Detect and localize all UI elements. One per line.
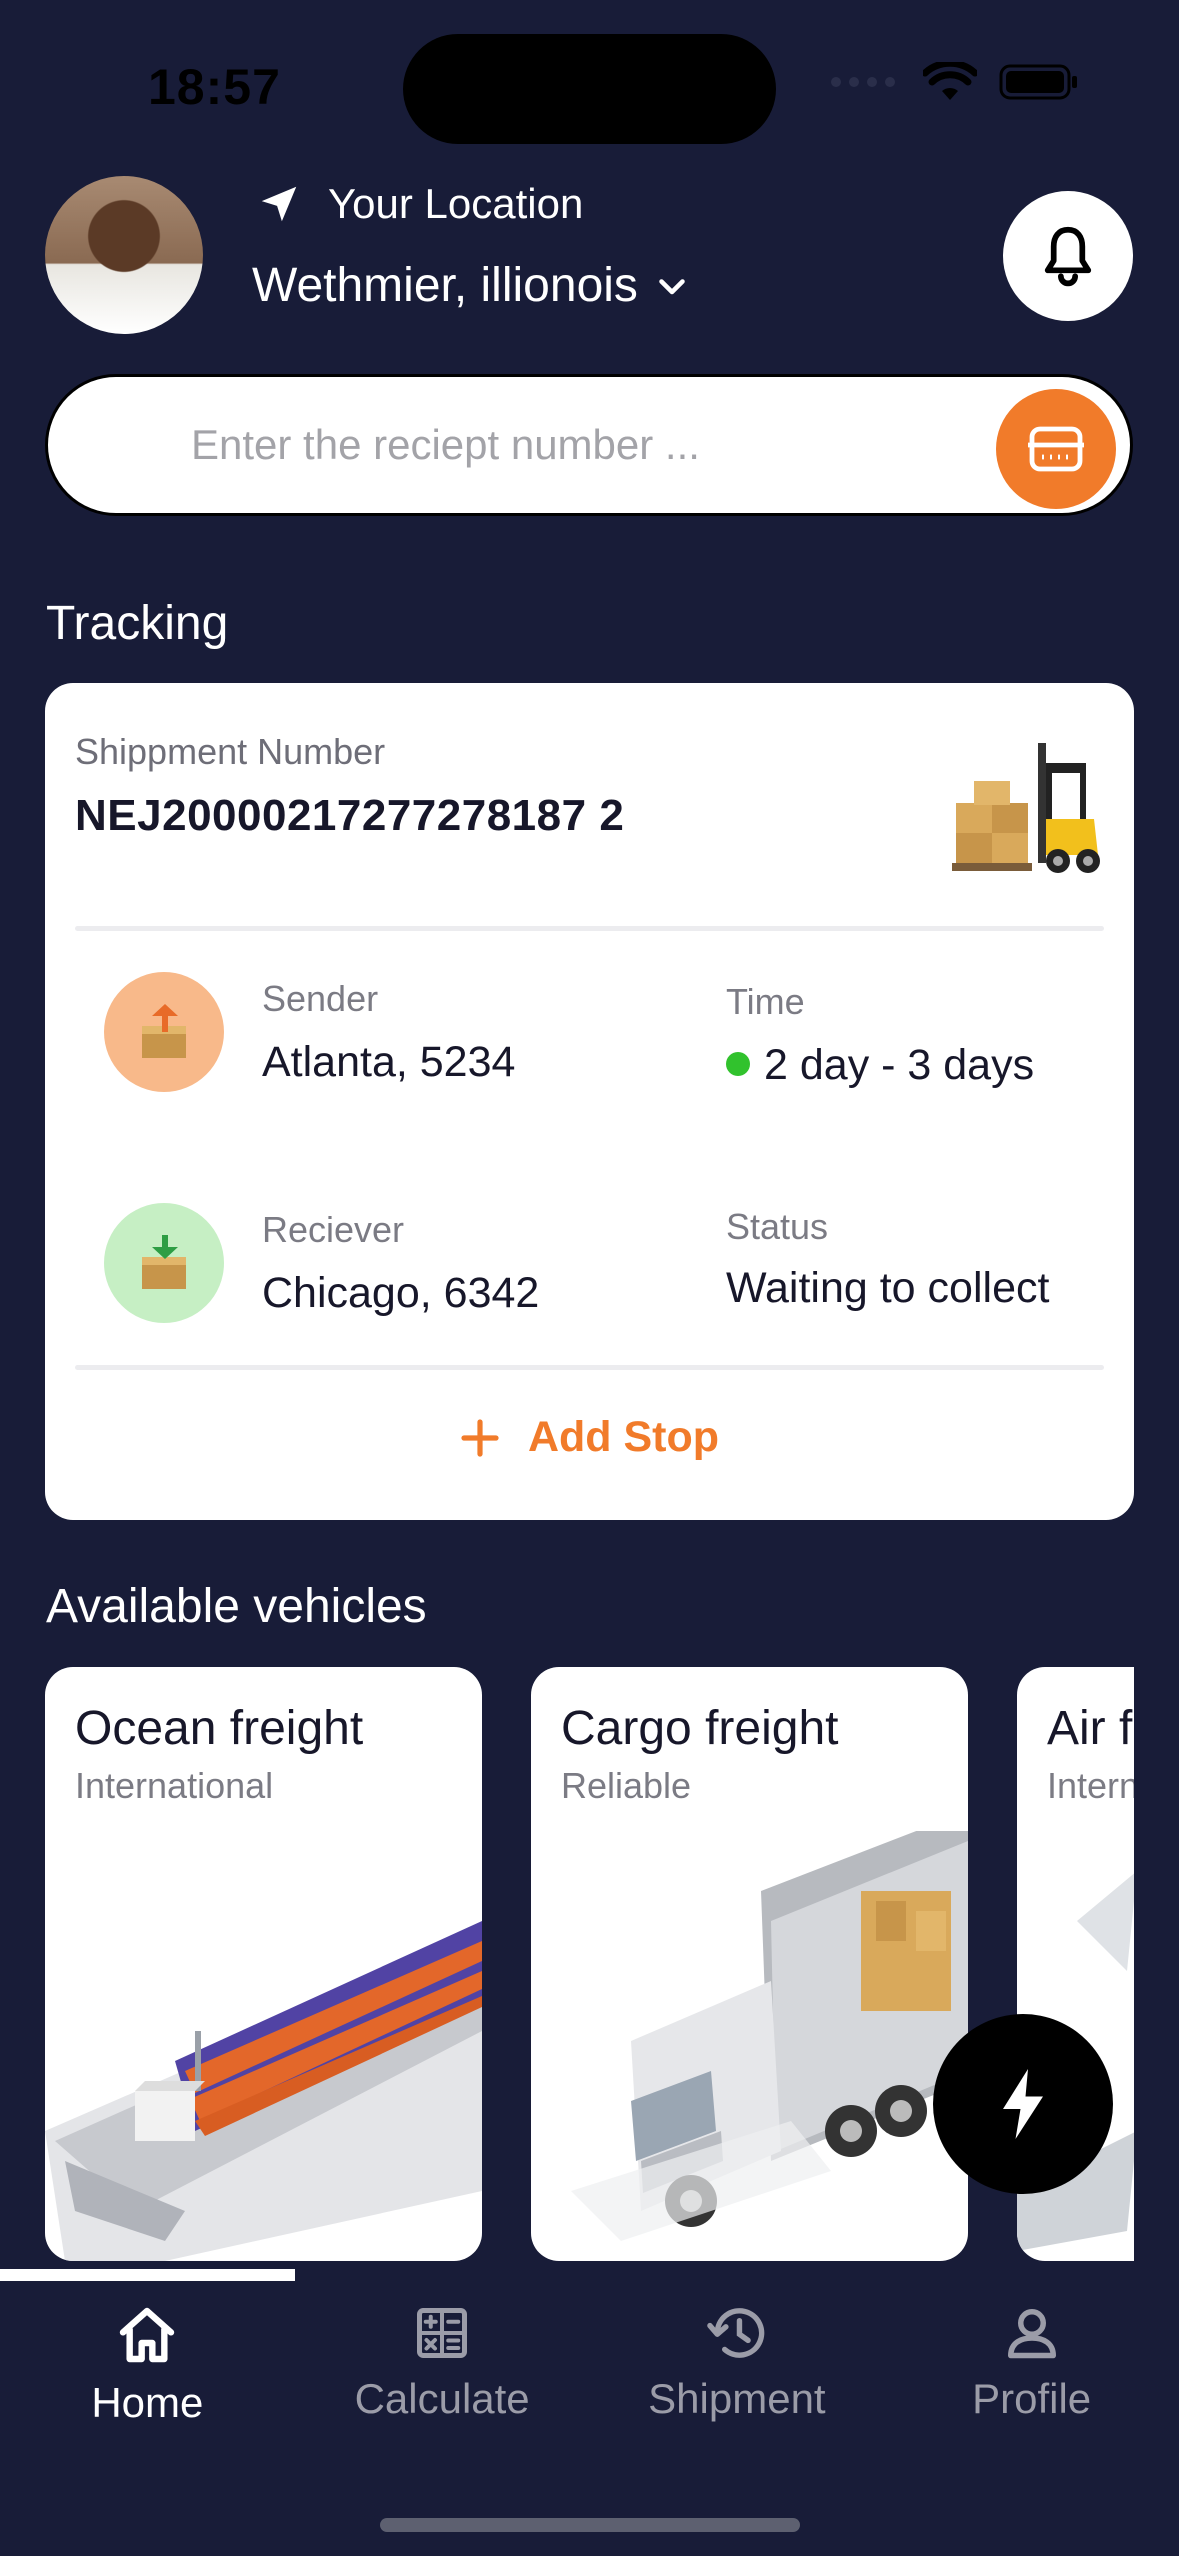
home-icon bbox=[120, 2307, 175, 2363]
forklift-icon bbox=[952, 743, 1100, 873]
plus-icon bbox=[461, 1418, 499, 1457]
nav-item-home[interactable]: Home bbox=[0, 2281, 295, 2511]
nav-label: Calculate bbox=[354, 2375, 530, 2422]
time-value: 2 day - 3 days bbox=[764, 1041, 1035, 1089]
battery-icon bbox=[999, 64, 1077, 100]
nav-label: Profile bbox=[972, 2375, 1092, 2422]
vehicle-subtitle: International bbox=[75, 1765, 274, 1806]
tracking-divider-top bbox=[75, 926, 1104, 931]
vehicle-subtitle: Reliable bbox=[561, 1765, 692, 1806]
receipt-search-input[interactable] bbox=[191, 421, 991, 469]
nav-item-profile[interactable]: Profile bbox=[884, 2281, 1179, 2511]
tracking-card[interactable]: Shippment Number NEJ20000217277278187 2 … bbox=[45, 683, 1134, 1520]
dynamic-island bbox=[403, 34, 776, 144]
add-stop-label: Add Stop bbox=[527, 1413, 720, 1461]
tracking-section-title: Tracking bbox=[46, 597, 229, 650]
receiver-icon bbox=[104, 1203, 224, 1323]
quick-action-button[interactable] bbox=[933, 2014, 1113, 2194]
receipt-search-bar bbox=[45, 374, 1133, 516]
nav-item-calculate[interactable]: Calculate bbox=[295, 2281, 590, 2511]
scan-button[interactable] bbox=[996, 389, 1116, 509]
add-stop-button[interactable]: Add Stop bbox=[45, 1413, 1134, 1462]
sender-label: Sender bbox=[262, 978, 379, 1019]
location-value: Wethmier, illionois bbox=[252, 259, 638, 312]
nav-label: Home bbox=[91, 2379, 204, 2426]
box-download-icon bbox=[142, 1235, 186, 1289]
bottom-nav: Home Calculate Shipment Profile bbox=[0, 2281, 1179, 2511]
location-selector[interactable]: Wethmier, illionois bbox=[252, 258, 690, 313]
vehicle-card-ocean[interactable]: Ocean freight International bbox=[45, 1667, 482, 2261]
chevron-down-icon bbox=[659, 278, 685, 294]
notifications-button[interactable] bbox=[1003, 191, 1133, 321]
location-label-row: Your Location bbox=[256, 180, 583, 228]
shipment-number: NEJ20000217277278187 2 bbox=[75, 791, 625, 840]
calculator-icon bbox=[417, 2308, 468, 2358]
nav-item-shipment[interactable]: Shipment bbox=[590, 2281, 885, 2511]
navigation-arrow-icon bbox=[261, 186, 297, 222]
vehicle-subtitle: International bbox=[1047, 1765, 1134, 1806]
receiver-value: Chicago, 6342 bbox=[262, 1269, 540, 1317]
status-label: Status bbox=[726, 1206, 829, 1247]
online-status-dot bbox=[726, 1051, 750, 1076]
vehicle-title: Ocean freight bbox=[75, 1702, 364, 1755]
sender-value: Atlanta, 5234 bbox=[262, 1038, 516, 1086]
home-indicator bbox=[380, 2518, 800, 2532]
sender-icon bbox=[104, 972, 224, 1092]
shipment-number-label: Shippment Number bbox=[75, 731, 386, 772]
status-time: 18:57 bbox=[148, 59, 281, 115]
receiver-label: Reciever bbox=[262, 1209, 405, 1250]
box-upload-icon bbox=[142, 1004, 186, 1058]
avatar[interactable] bbox=[45, 176, 203, 334]
signal-icon bbox=[831, 77, 895, 87]
vehicle-card-cargo[interactable]: Cargo freight Reliable bbox=[531, 1667, 968, 2261]
status-icons bbox=[831, 62, 1079, 102]
location-label: Your Location bbox=[328, 180, 584, 227]
cargo-truck-illustration bbox=[571, 1831, 968, 2241]
nav-active-indicator bbox=[0, 2269, 295, 2281]
time-label: Time bbox=[726, 981, 805, 1022]
user-icon bbox=[1007, 2309, 1056, 2359]
wifi-icon bbox=[923, 62, 977, 100]
vehicle-title: Air freight bbox=[1047, 1702, 1134, 1755]
nav-label: Shipment bbox=[648, 2375, 826, 2422]
status-value: Waiting to collect bbox=[726, 1264, 1050, 1312]
vehicles-section-title: Available vehicles bbox=[46, 1580, 427, 1633]
tracking-divider-bottom bbox=[75, 1365, 1104, 1370]
cargo-ship-illustration bbox=[45, 1921, 482, 2261]
history-icon bbox=[707, 2308, 765, 2358]
bell-icon bbox=[1044, 226, 1092, 287]
time-value-row: 2 day - 3 days bbox=[726, 1041, 1034, 1090]
lightning-icon bbox=[1003, 2069, 1043, 2139]
scanner-icon bbox=[1028, 426, 1084, 472]
vehicle-title: Cargo freight bbox=[561, 1702, 839, 1755]
